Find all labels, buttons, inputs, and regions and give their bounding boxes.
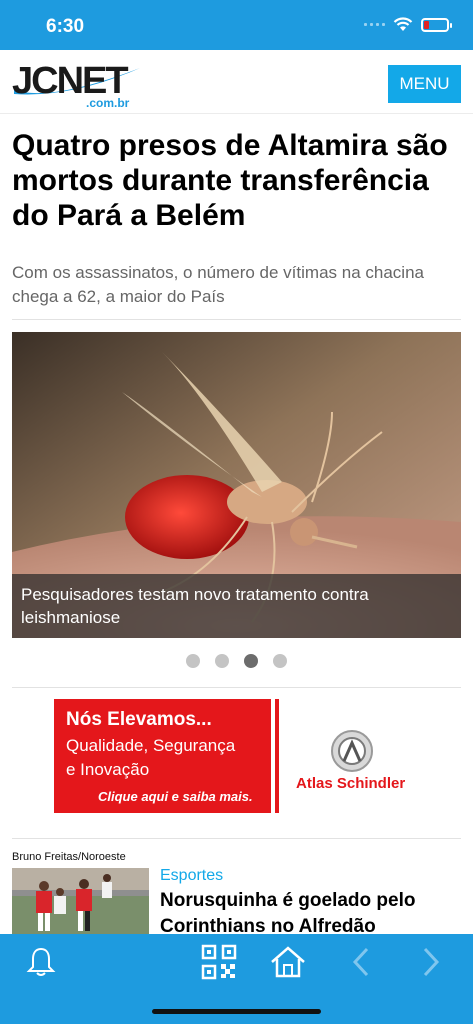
advertisement-banner[interactable]: Nós Elevamos... Qualidade, Segurança e I… xyxy=(54,699,420,813)
article-subhead[interactable]: Com os assassinatos, o número de vítimas… xyxy=(12,261,462,309)
bell-icon[interactable] xyxy=(21,942,61,982)
wifi-icon xyxy=(393,17,413,31)
ad-brand: Atlas Schindler xyxy=(296,775,406,792)
carousel-dot[interactable] xyxy=(186,654,200,668)
status-time: 6:30 xyxy=(46,16,85,37)
chevron-right-icon[interactable] xyxy=(411,942,451,982)
article-category[interactable]: Esportes xyxy=(160,867,223,885)
chevron-left-icon[interactable] xyxy=(341,942,381,982)
schindler-logo-icon xyxy=(331,730,373,772)
carousel-pagination xyxy=(0,654,473,668)
home-indicator xyxy=(152,1009,321,1014)
menu-button[interactable]: MENU xyxy=(388,65,461,103)
photo-credit: Bruno Freitas/Noroeste xyxy=(12,851,126,863)
carousel-dot[interactable] xyxy=(215,654,229,668)
ad-title: Nós Elevamos... xyxy=(66,709,212,730)
carousel-dot[interactable] xyxy=(273,654,287,668)
status-icons xyxy=(364,17,452,32)
article-headline[interactable]: Quatro presos de Altamira são mortos dur… xyxy=(12,128,462,233)
carousel-dot-active[interactable] xyxy=(244,654,258,668)
ad-red-panel: Nós Elevamos... Qualidade, Segurança e I… xyxy=(54,699,271,813)
divider xyxy=(12,838,461,839)
divider xyxy=(12,319,461,320)
logo-domain: .com.br xyxy=(86,96,130,110)
carousel-slide[interactable]: Pesquisadores testam novo tratamento con… xyxy=(12,332,461,638)
cellular-signal-icon xyxy=(364,23,385,26)
football-photo xyxy=(12,868,149,934)
divider xyxy=(12,687,461,688)
ad-line: Qualidade, Segurança xyxy=(66,736,236,755)
carousel-caption[interactable]: Pesquisadores testam novo tratamento con… xyxy=(12,574,461,638)
ad-line: e Inovação xyxy=(66,760,150,779)
jcnet-logo[interactable]: JCNET .com.br xyxy=(12,58,152,110)
status-bar: 6:30 xyxy=(0,0,473,50)
ad-stripe xyxy=(275,699,279,813)
app-header: JCNET .com.br MENU xyxy=(0,50,473,114)
ad-link[interactable]: Clique aqui e saiba mais. xyxy=(98,789,253,804)
battery-icon xyxy=(421,17,452,32)
article-card-title[interactable]: Norusquinha é goelado pelo Corinthians n… xyxy=(160,888,460,940)
qr-code-icon[interactable] xyxy=(199,942,239,982)
home-icon[interactable] xyxy=(268,942,308,982)
article-thumbnail[interactable] xyxy=(12,868,149,934)
